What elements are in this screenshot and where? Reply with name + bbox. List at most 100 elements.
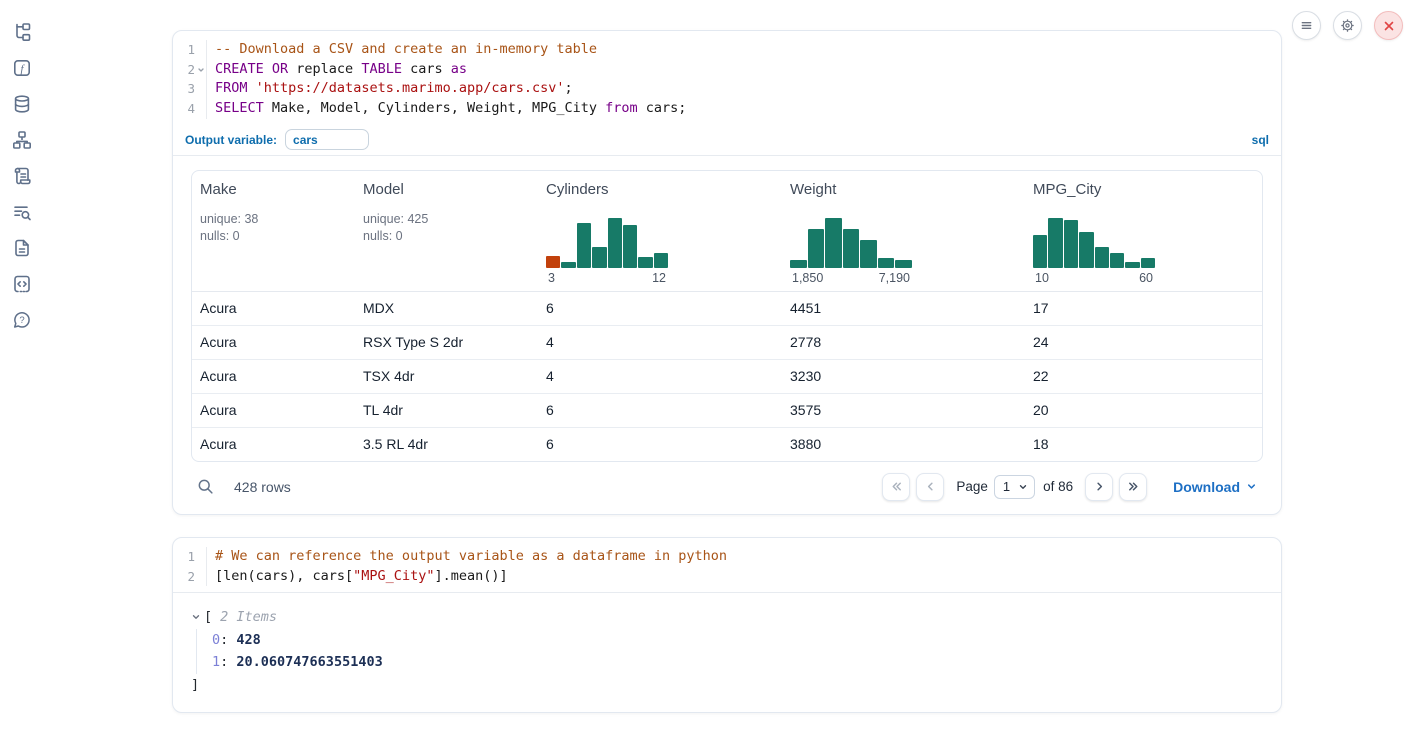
list-items: 0: 4281: 20.060747663551403 <box>196 629 1263 674</box>
table-cell: 24 <box>1025 334 1262 350</box>
table-cell: Acura <box>192 300 355 316</box>
table-cell: 4451 <box>782 300 1025 316</box>
table-cell: 6 <box>538 300 782 316</box>
table-cell: 20 <box>1025 402 1262 418</box>
functions-icon[interactable]: f <box>12 58 32 78</box>
shutdown-button[interactable] <box>1374 11 1403 40</box>
code-line: 3FROM 'https://datasets.marimo.app/cars.… <box>173 79 1281 99</box>
chevron-down-icon <box>191 612 201 622</box>
histogram-bar <box>608 218 622 268</box>
code-text: # We can reference the output variable a… <box>207 547 727 567</box>
documentation-icon[interactable] <box>12 238 32 258</box>
chevrons-right-icon <box>1127 480 1140 493</box>
menu-button[interactable] <box>1292 11 1321 40</box>
histogram-bar <box>638 257 652 268</box>
sql-cell-output: Makeunique: 38nulls: 0Modelunique: 425nu… <box>173 156 1281 514</box>
datasources-icon[interactable] <box>12 94 32 114</box>
table-row[interactable]: AcuraMDX6445117 <box>192 292 1262 325</box>
python-cell: 1# We can reference the output variable … <box>172 537 1282 713</box>
table-cell: 6 <box>538 436 782 452</box>
open-bracket: [ <box>204 606 212 629</box>
code-text: SELECT Make, Model, Cylinders, Weight, M… <box>207 99 686 119</box>
column-histogram: 312 <box>546 218 668 285</box>
code-text: -- Download a CSV and create an in-memor… <box>207 40 597 60</box>
list-item: 0: 428 <box>212 629 1263 652</box>
file-explorer-icon[interactable] <box>12 22 32 42</box>
download-label: Download <box>1173 479 1240 495</box>
chevron-down-icon <box>1018 482 1028 492</box>
logs-icon[interactable] <box>12 202 32 222</box>
line-number: 1 <box>173 547 207 567</box>
data-table: Makeunique: 38nulls: 0Modelunique: 425nu… <box>191 170 1263 462</box>
menu-icon <box>1300 19 1313 32</box>
column-header-label[interactable]: MPG_City <box>1033 181 1254 198</box>
histogram-bar <box>654 253 668 268</box>
table-cell: 17 <box>1025 300 1262 316</box>
table-row[interactable]: Acura3.5 RL 4dr6388018 <box>192 427 1262 461</box>
column-header-label[interactable]: Model <box>363 181 530 198</box>
code-line: 2[len(cars), cars["MPG_City"].mean()] <box>173 567 1281 587</box>
table-cell: 3575 <box>782 402 1025 418</box>
page-select[interactable]: 1 <box>994 475 1035 499</box>
table-cell: TSX 4dr <box>355 368 538 384</box>
close-icon <box>1383 20 1395 32</box>
sql-code-editor[interactable]: 1-- Download a CSV and create an in-memo… <box>173 31 1281 125</box>
sql-cell-footer: Output variable: sql <box>173 125 1281 155</box>
column-header: Makeunique: 38nulls: 0 <box>192 181 355 285</box>
column-header: MPG_City 1060 <box>1025 181 1262 285</box>
table-row[interactable]: AcuraRSX Type S 2dr4277824 <box>192 325 1262 359</box>
column-header-label[interactable]: Cylinders <box>546 181 774 198</box>
scratchpad-icon[interactable] <box>12 166 32 186</box>
last-page-button[interactable] <box>1119 473 1147 501</box>
column-header-label[interactable]: Make <box>200 181 347 198</box>
output-variable-label: Output variable: <box>185 133 277 147</box>
table-cell: 3880 <box>782 436 1025 452</box>
page-count-label: of 86 <box>1043 479 1073 494</box>
histogram-axis: 1060 <box>1033 271 1155 285</box>
line-number: 3 <box>173 79 207 99</box>
code-text: FROM 'https://datasets.marimo.app/cars.c… <box>207 79 573 99</box>
histogram-bar <box>577 223 591 268</box>
histogram-bar <box>1079 232 1093 268</box>
histogram-bar <box>1141 258 1155 268</box>
first-page-button[interactable] <box>882 473 910 501</box>
download-button[interactable]: Download <box>1173 479 1257 495</box>
code-line: 2CREATE OR replace TABLE cars as <box>173 60 1281 80</box>
table-cell: 2778 <box>782 334 1025 350</box>
table-row[interactable]: AcuraTSX 4dr4323022 <box>192 359 1262 393</box>
histogram-bar <box>808 229 825 268</box>
dependency-graph-icon[interactable] <box>12 130 32 150</box>
output-variable-input[interactable] <box>285 129 369 150</box>
table-cell: TL 4dr <box>355 402 538 418</box>
help-icon[interactable]: ? <box>12 310 32 330</box>
histogram-bar <box>1110 253 1124 268</box>
histogram-bar <box>895 260 912 268</box>
table-cell: 4 <box>538 334 782 350</box>
histogram-bar <box>790 260 807 268</box>
row-count: 428 rows <box>234 479 291 495</box>
histogram-bar <box>623 225 637 268</box>
table-cell: 6 <box>538 402 782 418</box>
table-row[interactable]: AcuraTL 4dr6357520 <box>192 393 1262 427</box>
code-line: 1# We can reference the output variable … <box>173 547 1281 567</box>
histogram-bar <box>1033 235 1047 268</box>
next-page-button[interactable] <box>1085 473 1113 501</box>
table-footer: 428 rows Page 1 of 86 <box>191 472 1263 502</box>
fold-chevron-icon[interactable] <box>195 64 206 75</box>
previous-page-button[interactable] <box>916 473 944 501</box>
histogram-bar <box>825 218 842 268</box>
snippets-icon[interactable] <box>12 274 32 294</box>
svg-text:f: f <box>20 63 25 75</box>
column-header-label[interactable]: Weight <box>790 181 1017 198</box>
python-code-editor[interactable]: 1# We can reference the output variable … <box>173 538 1281 592</box>
table-cell: 3230 <box>782 368 1025 384</box>
histogram-bar <box>1048 218 1062 268</box>
column-header: Cylinders 312 <box>538 181 782 285</box>
search-button[interactable] <box>197 478 214 495</box>
collapse-toggle[interactable] <box>191 612 201 622</box>
table-cell: Acura <box>192 436 355 452</box>
page-label: Page <box>956 479 988 494</box>
settings-button[interactable] <box>1333 11 1362 40</box>
histogram-bar <box>860 240 877 268</box>
list-item: 1: 20.060747663551403 <box>212 651 1263 674</box>
